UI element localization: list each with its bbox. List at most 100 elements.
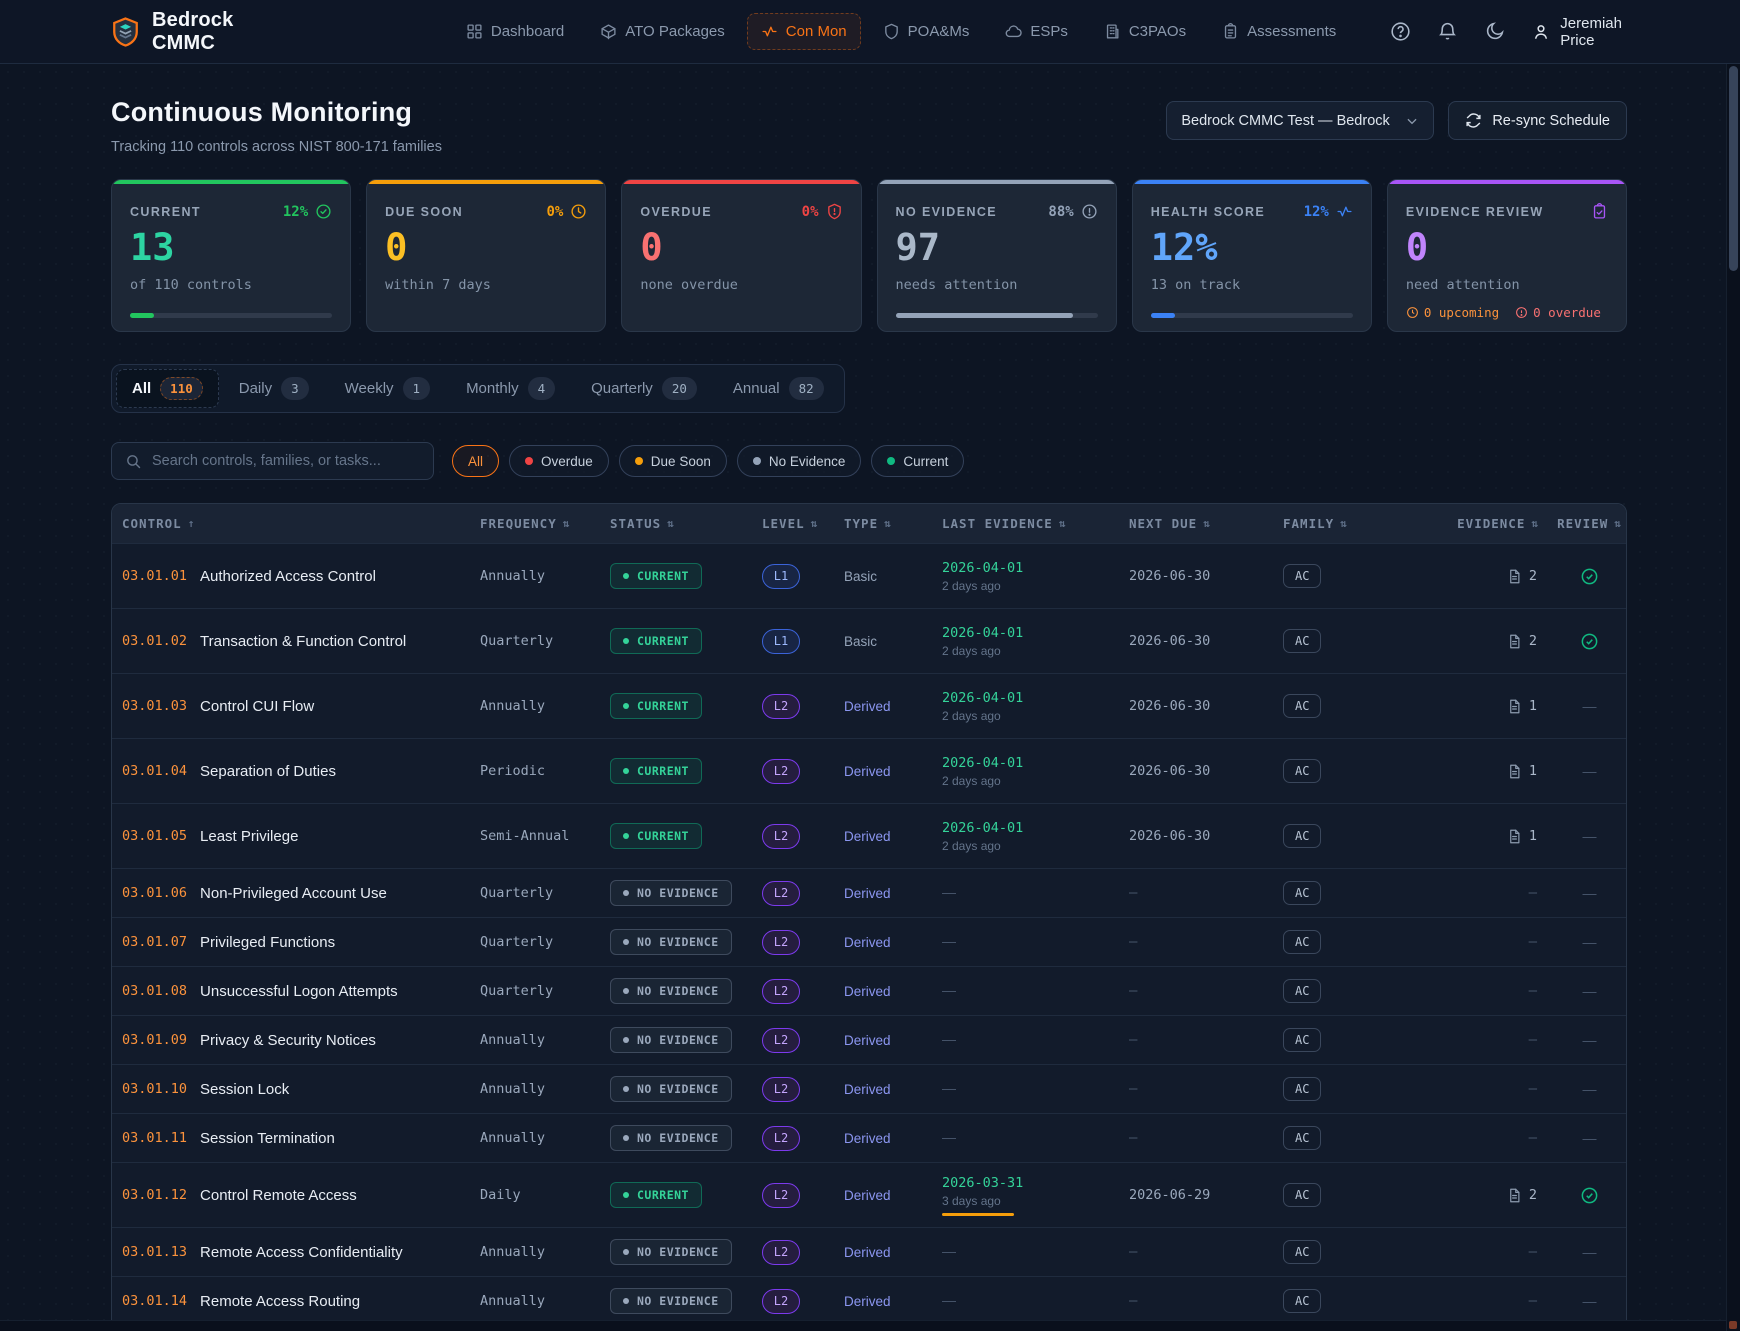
level-cell: L2 <box>762 1240 844 1265</box>
table-row[interactable]: 03.01.10 Session Lock Annually NO EVIDEN… <box>112 1064 1626 1113</box>
tab-quarterly[interactable]: Quarterly 20 <box>575 369 713 408</box>
control-id[interactable]: 03.01.10 <box>122 1081 187 1097</box>
column-header-next-due[interactable]: NEXT DUE ⇅ <box>1129 516 1283 531</box>
resync-schedule-label: Re-sync Schedule <box>1492 113 1610 129</box>
status-cell: NO EVIDENCE <box>610 1288 762 1314</box>
horizontal-scrollbar[interactable] <box>0 1320 1726 1331</box>
family-badge: AC <box>1283 930 1321 954</box>
status-badge: NO EVIDENCE <box>610 1027 732 1053</box>
nav-item-c3paos[interactable]: C3PAOs <box>1090 13 1200 50</box>
tab-daily[interactable]: Daily 3 <box>223 369 325 408</box>
control-id[interactable]: 03.01.09 <box>122 1032 187 1048</box>
status-cell: NO EVIDENCE <box>610 880 762 906</box>
nav-item-ato-packages[interactable]: ATO Packages <box>586 13 739 50</box>
review-check-icon[interactable] <box>1580 1186 1599 1205</box>
help-icon[interactable] <box>1390 21 1411 42</box>
review-check-icon[interactable] <box>1580 632 1599 651</box>
empty-value: — <box>1529 1130 1537 1146</box>
controls-table: CONTROL ↑ FREQUENCY ⇅ STATUS ⇅ LEVEL ⇅ T… <box>111 503 1627 1331</box>
nav-item-con-mon[interactable]: Con Mon <box>747 13 861 50</box>
empty-value: — <box>942 1031 956 1047</box>
nav-item-poa-ms[interactable]: POA&Ms <box>869 13 984 50</box>
table-row[interactable]: 03.01.02 Transaction & Function Control … <box>112 608 1626 673</box>
table-row[interactable]: 03.01.01 Authorized Access Control Annua… <box>112 543 1626 608</box>
family-badge: AC <box>1283 881 1321 905</box>
control-id[interactable]: 03.01.04 <box>122 763 187 779</box>
user-menu[interactable]: Jeremiah Price <box>1531 15 1622 49</box>
package-selector[interactable]: Bedrock CMMC Test — Bedrock CM <box>1166 101 1434 140</box>
status-badge: NO EVIDENCE <box>610 1239 732 1265</box>
search-box[interactable] <box>111 442 434 480</box>
tab-monthly[interactable]: Monthly 4 <box>450 369 571 408</box>
scrollbar-thumb[interactable] <box>1729 66 1738 271</box>
column-header-review[interactable]: REVIEW ⇅ <box>1553 516 1626 531</box>
vertical-scrollbar[interactable] <box>1726 0 1740 1331</box>
tab-all[interactable]: All 110 <box>116 369 219 408</box>
level-cell: L2 <box>762 824 844 849</box>
table-row[interactable]: 03.01.11 Session Termination Annually NO… <box>112 1113 1626 1162</box>
status-dot <box>623 833 629 839</box>
control-id[interactable]: 03.01.14 <box>122 1293 187 1309</box>
control-id[interactable]: 03.01.07 <box>122 934 187 950</box>
brand[interactable]: Bedrock CMMC <box>112 9 242 55</box>
stat-card-footer: 0 upcoming 0 overdue <box>1406 305 1601 320</box>
nav-item-esps[interactable]: ESPs <box>991 13 1082 50</box>
review-check-icon[interactable] <box>1580 567 1599 586</box>
table-row[interactable]: 03.01.03 Control CUI Flow Annually CURRE… <box>112 673 1626 738</box>
filter-pill-current[interactable]: Current <box>871 445 964 477</box>
control-id[interactable]: 03.01.12 <box>122 1187 187 1203</box>
column-header-status[interactable]: STATUS ⇅ <box>610 516 762 531</box>
filter-pill-all[interactable]: All <box>452 445 499 477</box>
nav-item-dashboard[interactable]: Dashboard <box>452 13 578 50</box>
column-header-frequency[interactable]: FREQUENCY ⇅ <box>480 516 610 531</box>
column-header-family[interactable]: FAMILY ⇅ <box>1283 516 1455 531</box>
table-row[interactable]: 03.01.06 Non-Privileged Account Use Quar… <box>112 868 1626 917</box>
resync-schedule-button[interactable]: Re-sync Schedule <box>1448 101 1627 140</box>
nav-item-assessments[interactable]: Assessments <box>1208 13 1350 50</box>
dark-mode-moon-icon[interactable] <box>1484 21 1505 42</box>
table-row[interactable]: 03.01.08 Unsuccessful Logon Attempts Qua… <box>112 966 1626 1015</box>
next-due-cell: 2026-06-29 <box>1129 1187 1283 1203</box>
last-evidence-cell: — <box>942 884 1129 902</box>
tab-weekly[interactable]: Weekly 1 <box>329 369 446 408</box>
table-row[interactable]: 03.01.09 Privacy & Security Notices Annu… <box>112 1015 1626 1064</box>
tab-label: Daily <box>239 380 272 397</box>
frequency-cell: Semi-Annual <box>480 828 610 844</box>
level-badge: L2 <box>762 1077 800 1102</box>
control-id[interactable]: 03.01.05 <box>122 828 187 844</box>
next-due-cell: – <box>1129 1293 1283 1309</box>
control-id[interactable]: 03.01.13 <box>122 1244 187 1260</box>
table-row[interactable]: 03.01.07 Privileged Functions Quarterly … <box>112 917 1626 966</box>
filter-pill-due-soon[interactable]: Due Soon <box>619 445 727 477</box>
column-header-last-evidence[interactable]: LAST EVIDENCE ⇅ <box>942 516 1129 531</box>
user-icon <box>1531 22 1551 42</box>
table-row[interactable]: 03.01.12 Control Remote Access Daily CUR… <box>112 1162 1626 1227</box>
filter-pill-overdue[interactable]: Overdue <box>509 445 609 477</box>
family-badge: AC <box>1283 694 1321 718</box>
table-row[interactable]: 03.01.05 Least Privilege Semi-Annual CUR… <box>112 803 1626 868</box>
control-id[interactable]: 03.01.11 <box>122 1130 187 1146</box>
control-name: Non-Privileged Account Use <box>200 885 387 902</box>
control-id[interactable]: 03.01.03 <box>122 698 187 714</box>
stat-card-footer-item: 0 overdue <box>1515 305 1601 320</box>
column-header-level[interactable]: LEVEL ⇅ <box>762 516 844 531</box>
column-header-control[interactable]: CONTROL ↑ <box>122 516 480 531</box>
control-id[interactable]: 03.01.08 <box>122 983 187 999</box>
notifications-bell-icon[interactable] <box>1437 21 1458 42</box>
control-id[interactable]: 03.01.02 <box>122 633 187 649</box>
status-dot <box>525 457 533 465</box>
column-header-evidence[interactable]: EVIDENCE ⇅ <box>1455 516 1553 531</box>
control-id[interactable]: 03.01.01 <box>122 568 187 584</box>
table-row[interactable]: 03.01.04 Separation of Duties Periodic C… <box>112 738 1626 803</box>
family-badge: AC <box>1283 1077 1321 1101</box>
column-header-type[interactable]: TYPE ⇅ <box>844 516 942 531</box>
filter-pill-no-evidence[interactable]: No Evidence <box>737 445 862 477</box>
control-name: Least Privilege <box>200 828 298 845</box>
stat-card-percent: 12% <box>1304 204 1329 220</box>
table-row[interactable]: 03.01.14 Remote Access Routing Annually … <box>112 1276 1626 1325</box>
search-input[interactable] <box>152 453 420 469</box>
table-row[interactable]: 03.01.13 Remote Access Confidentiality A… <box>112 1227 1626 1276</box>
tab-annual[interactable]: Annual 82 <box>717 369 840 408</box>
control-name: Separation of Duties <box>200 763 336 780</box>
control-id[interactable]: 03.01.06 <box>122 885 187 901</box>
